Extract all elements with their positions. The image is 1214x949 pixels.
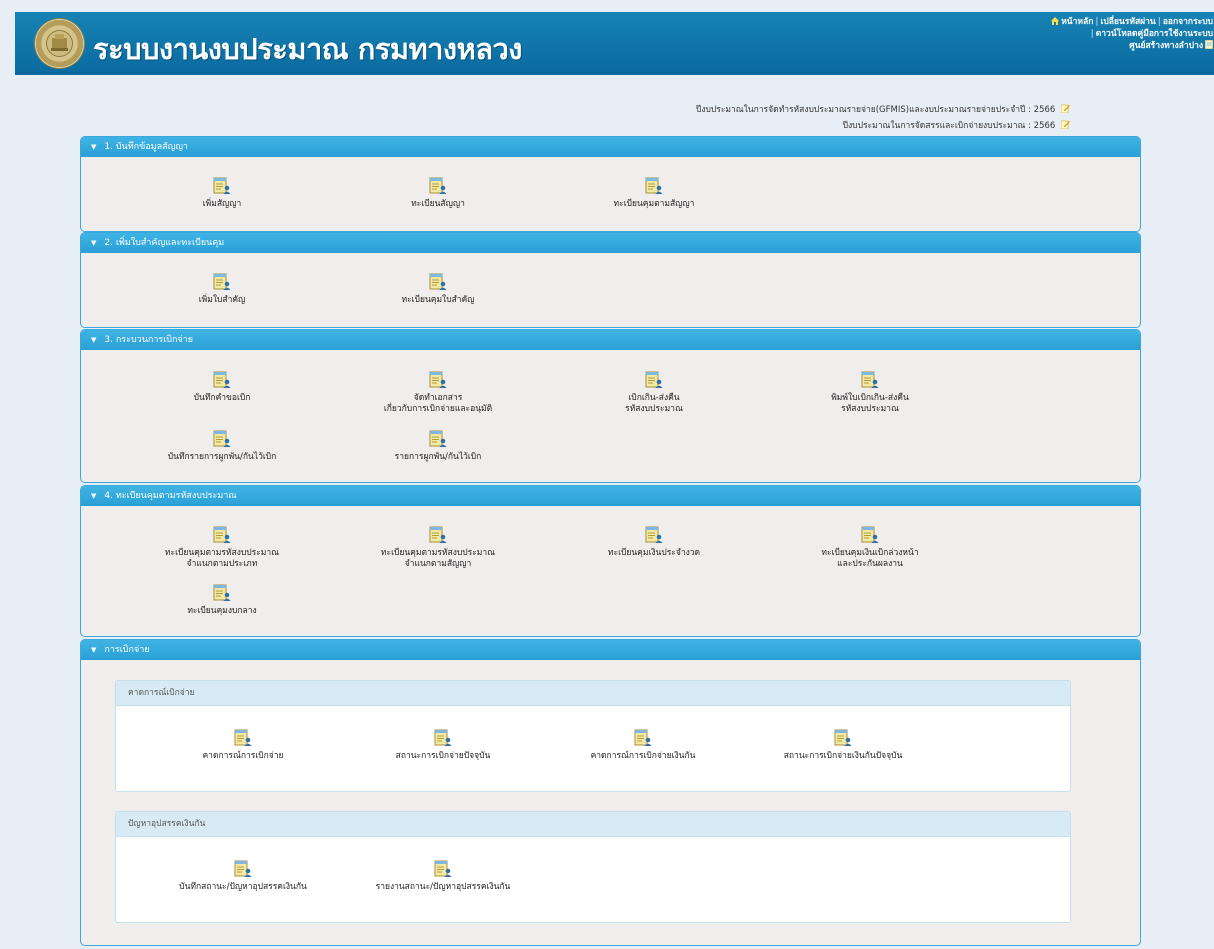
triangle-down-icon: ▼ xyxy=(91,239,97,247)
document-user-icon xyxy=(434,729,452,747)
document-user-icon xyxy=(861,526,879,544)
document-user-icon xyxy=(213,177,231,195)
document-icon[interactable] xyxy=(1205,40,1213,49)
menu-print-over-withdraw[interactable]: พิมพ์ใบเบิกเกิน-ส่งคืน รหัสงบประมาณ xyxy=(765,371,975,415)
document-user-icon xyxy=(213,430,231,448)
document-user-icon xyxy=(429,430,447,448)
app-header: ระบบงานงบประมาณ กรมทางหลวง หน้าหลัก | เปลี… xyxy=(15,12,1214,75)
panel-disbursement: ▼ การเบิกจ่าย คาดการณ์เบิกจ่าย คาดการณ์กา… xyxy=(80,639,1141,946)
menu-add-contract[interactable]: เพิ่มสัญญา xyxy=(117,177,327,210)
document-user-icon xyxy=(429,177,447,195)
document-user-icon xyxy=(434,860,452,878)
document-user-icon xyxy=(429,273,447,291)
menu-forecast-reserved[interactable]: คาดการณ์การเบิกจ่ายเงินกัน xyxy=(538,729,748,762)
panel-budget-code-register: ▼ 4. ทะเบียนคุมตามรหัสงบประมาณ ทะเบียนคุม… xyxy=(80,485,1141,637)
subpanel-reserved-problems: ปัญหาอุปสรรคเงินกัน บันทึกสถานะ/ปัญหาอุป… xyxy=(115,811,1071,923)
menu-prepare-documents[interactable]: จัดทำเอกสาร เกี่ยวกับการเบิกจ่ายและอนุมัต… xyxy=(333,371,543,415)
menu-commitment-list[interactable]: รายการผูกพัน/กันไว้เบิก xyxy=(333,430,543,463)
document-user-icon xyxy=(213,371,231,389)
triangle-down-icon: ▼ xyxy=(91,143,97,151)
triangle-down-icon: ▼ xyxy=(91,646,97,654)
top-links: หน้าหลัก | เปลี่ยนรหัสผ่าน | ออกจากระบบ | ดาว… xyxy=(1051,16,1213,52)
menu-contract-control-register[interactable]: ทะเบียนคุมตามสัญญา xyxy=(549,177,759,210)
panel-header[interactable]: ▼ 2. เพิ่มใบสำคัญและทะเบียนคุม xyxy=(81,233,1140,253)
home-icon xyxy=(1051,17,1060,25)
home-link[interactable]: หน้าหลัก xyxy=(1061,17,1093,27)
document-user-icon xyxy=(234,729,252,747)
triangle-down-icon: ▼ xyxy=(91,492,97,500)
menu-current-status[interactable]: สถานะการเบิกจ่ายปัจจุบัน xyxy=(338,729,548,762)
menu-register-by-type[interactable]: ทะเบียนคุมตามรหัสงบประมาณ จำแนกตามประเภท xyxy=(117,526,327,570)
menu-central-budget-register[interactable]: ทะเบียนคุมงบกลาง xyxy=(117,584,327,617)
subpanel-header: ปัญหาอุปสรรคเงินกัน xyxy=(116,812,1070,837)
user-name: ศูนย์สร้างทางลำปาง xyxy=(1129,41,1203,51)
menu-forecast[interactable]: คาดการณ์การเบิกจ่าย xyxy=(138,729,348,762)
fiscal-year-allocation-label: ปีงบประมาณในการจัดสรรและเบิกจ่ายงบประมาณ… xyxy=(842,121,1056,131)
document-user-icon xyxy=(645,526,663,544)
logout-link[interactable]: ออกจากระบบ xyxy=(1163,17,1213,27)
document-user-icon xyxy=(634,729,652,747)
system-title: ระบบงานงบประมาณ กรมทางหลวง xyxy=(93,32,522,66)
document-user-icon xyxy=(645,371,663,389)
panel-header[interactable]: ▼ การเบิกจ่าย xyxy=(81,640,1140,660)
menu-record-status-problem[interactable]: บันทึกสถานะ/ปัญหาอุปสรรคเงินกัน xyxy=(138,860,348,893)
menu-record-request[interactable]: บันทึกคำขอเบิก xyxy=(117,371,327,404)
separator: | xyxy=(1090,29,1094,39)
edit-icon[interactable] xyxy=(1061,104,1070,113)
download-manual-link[interactable]: ดาวน์โหลดคู่มือการใช้งานระบบ xyxy=(1096,29,1213,39)
document-user-icon xyxy=(429,526,447,544)
document-user-icon xyxy=(234,860,252,878)
document-user-icon xyxy=(645,177,663,195)
fiscal-year-allocation: ปีงบประมาณในการจัดสรรและเบิกจ่ายงบประมาณ… xyxy=(843,118,1070,132)
document-user-icon xyxy=(213,273,231,291)
change-password-link[interactable]: เปลี่ยนรหัสผ่าน xyxy=(1100,17,1155,27)
edit-icon[interactable] xyxy=(1061,120,1070,129)
menu-voucher-register[interactable]: ทะเบียนคุมใบสำคัญ xyxy=(333,273,543,306)
department-logo xyxy=(35,19,84,68)
menu-period-funds-register[interactable]: ทะเบียนคุมเงินประจำงวด xyxy=(549,526,759,559)
document-user-icon xyxy=(429,371,447,389)
menu-over-withdraw-return[interactable]: เบิกเกิน-ส่งคืน รหัสงบประมาณ xyxy=(549,371,759,415)
subpanel-disbursement-forecast: คาดการณ์เบิกจ่าย คาดการณ์การเบิกจ่าย สถา… xyxy=(115,680,1071,792)
menu-add-voucher[interactable]: เพิ่มใบสำคัญ xyxy=(117,273,327,306)
document-user-icon xyxy=(861,371,879,389)
menu-record-commitment[interactable]: บันทึกรายการผูกพัน/กันไว้เบิก xyxy=(117,430,327,463)
document-user-icon xyxy=(213,584,231,602)
fiscal-year-gfmis: ปีงบประมาณในการจัดทำรหัสงบประมาณรายจ่าย(… xyxy=(696,102,1070,116)
panel-voucher: ▼ 2. เพิ่มใบสำคัญและทะเบียนคุม เพิ่มใบสำค… xyxy=(80,232,1141,328)
menu-contract-register[interactable]: ทะเบียนสัญญา xyxy=(333,177,543,210)
document-user-icon xyxy=(834,729,852,747)
panel-header[interactable]: ▼ 3. กระบวนการเบิกจ่าย xyxy=(81,330,1140,350)
separator: | xyxy=(1157,17,1161,27)
triangle-down-icon: ▼ xyxy=(91,336,97,344)
menu-current-status-reserved[interactable]: สถานะการเบิกจ่ายเงินกันปัจจุบัน xyxy=(738,729,948,762)
panel-disbursement-process: ▼ 3. กระบวนการเบิกจ่าย บันทึกคำขอเบิก จัด… xyxy=(80,329,1141,483)
menu-advance-register[interactable]: ทะเบียนคุมเงินเบิกล่วงหน้า และประกันผลงาน xyxy=(765,526,975,570)
panel-contract-data: ▼ 1. บันทึกข้อมูลสัญญา เพิ่มสัญญา ทะเบียน… xyxy=(80,136,1141,232)
subpanel-header: คาดการณ์เบิกจ่าย xyxy=(116,681,1070,706)
page: ระบบงานงบประมาณ กรมทางหลวง หน้าหลัก | เปลี… xyxy=(0,0,1214,949)
document-user-icon xyxy=(213,526,231,544)
menu-register-by-contract[interactable]: ทะเบียนคุมตามรหัสงบประมาณ จำแนกตามสัญญา xyxy=(333,526,543,570)
panel-header[interactable]: ▼ 1. บันทึกข้อมูลสัญญา xyxy=(81,137,1140,157)
menu-report-status-problem[interactable]: รายงานสถานะ/ปัญหาอุปสรรคเงินกัน xyxy=(338,860,548,893)
fiscal-year-gfmis-label: ปีงบประมาณในการจัดทำรหัสงบประมาณรายจ่าย(… xyxy=(695,105,1056,115)
panel-header[interactable]: ▼ 4. ทะเบียนคุมตามรหัสงบประมาณ xyxy=(81,486,1140,506)
